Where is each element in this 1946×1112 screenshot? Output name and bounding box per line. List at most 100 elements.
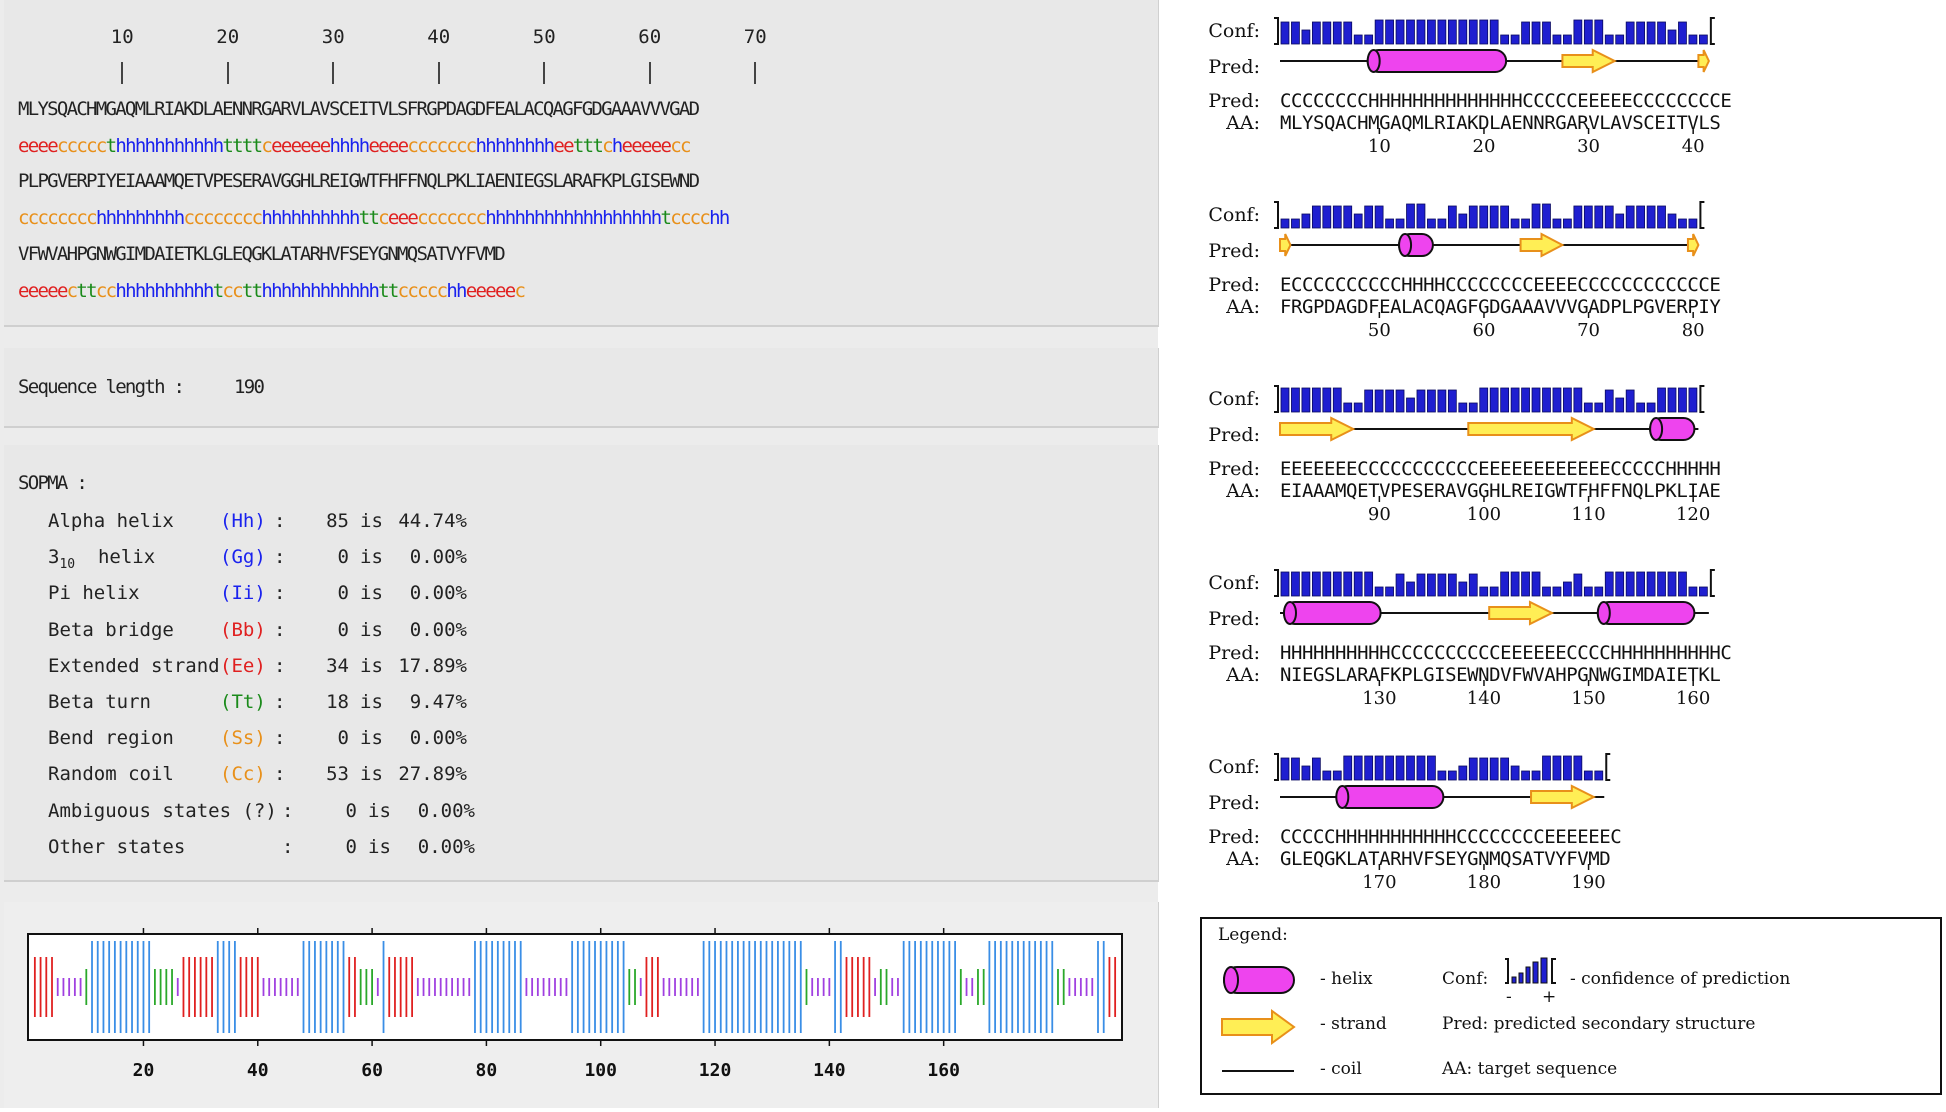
conf-bar — [1500, 571, 1510, 597]
conf-bar — [1322, 205, 1332, 229]
profile-axis-label: 80 — [476, 1060, 498, 1081]
helix-cylinder — [1283, 601, 1382, 625]
position-label: 10 — [1368, 136, 1391, 157]
profile-axis-label: 20 — [133, 1060, 155, 1081]
stat-name: Other states — [48, 835, 186, 858]
stat-is: is — [360, 618, 383, 641]
conf-bar — [1291, 757, 1300, 781]
conf-bar — [1458, 402, 1468, 413]
conf-bar — [1311, 387, 1321, 413]
stat-name: Alpha helix — [48, 510, 174, 532]
ss-profile-plot: 20 40 60 80 100 120 140 160 — [27, 928, 1123, 1081]
conf-bar — [1280, 218, 1290, 229]
position-label: 50 — [1368, 320, 1391, 341]
pred-sequence: EEEEEEECCCCCCCCCCCEEEEEEEEEEEECCCCCHHHHH — [1280, 458, 1721, 480]
ss-prediction-line: eeeeecttcchhhhhhhhhhtcctthhhhhhhhhhhhttc… — [18, 280, 526, 302]
stat-code: (Tt) — [220, 691, 266, 713]
profile-axis-label: 120 — [699, 1060, 732, 1081]
conf-bar — [1427, 218, 1436, 229]
strand-arrow — [1279, 233, 1292, 257]
position-label: 170 — [1362, 872, 1396, 893]
conf-bar — [1552, 34, 1562, 45]
conf-bar — [1563, 581, 1572, 597]
ruler-label: 40 — [427, 26, 451, 48]
sopma-title: SOPMA : — [18, 472, 88, 494]
pred-sequence: HHHHHHHHHHCCCCCCCCCCEEEEEECCCCHHHHHHHHHH… — [1280, 642, 1732, 664]
profile-box: 20 40 60 80 100 120 140 160 — [4, 902, 1159, 1108]
stat-percent: 44.74% — [398, 510, 467, 532]
conf-bar — [1395, 573, 1405, 597]
conf-bar — [1657, 205, 1666, 229]
conf-bar — [1468, 402, 1478, 413]
sopma-panel: 10 20 30 40 50 60 70 MLYSQACHMGAQMLRIAKDLAENNR… — [0, 0, 1159, 1108]
stat-is: is — [360, 582, 383, 605]
ruler-tick — [437, 62, 440, 84]
profile-axis-label: 60 — [361, 1060, 383, 1081]
helix-cylinder — [1335, 785, 1445, 809]
conf-bar — [1374, 755, 1384, 781]
conf-bar — [1646, 571, 1656, 597]
stat-name: Extended strand — [48, 654, 220, 677]
legend-helix-icon — [1223, 966, 1295, 994]
stat-code: (Ii) — [220, 582, 266, 605]
helix-cylinder — [1398, 233, 1434, 257]
position-label: 150 — [1571, 688, 1605, 709]
ruler-tick — [226, 62, 229, 84]
sequence-length-box: Sequence length : 190 — [4, 348, 1159, 428]
sequence-line: VFWVAHPGNWGIMDAIETKLGLEQGKLATARHVFSEYGNM… — [18, 243, 506, 265]
stat-colon: : — [282, 835, 294, 858]
conf-bar — [1531, 770, 1541, 781]
conf-bar — [1594, 586, 1604, 597]
conf-bar — [1521, 571, 1530, 597]
conf-bar — [1374, 205, 1384, 229]
conf-bar — [1678, 571, 1687, 597]
conf-bar — [1437, 19, 1447, 45]
stat-code: (Hh) — [220, 510, 266, 532]
conf-bar — [1646, 205, 1656, 229]
stat-code: (Ee) — [220, 654, 266, 677]
legend-conf-minus: - — [1506, 987, 1512, 1007]
conf-bar — [1521, 770, 1530, 781]
conf-bar — [1510, 571, 1520, 597]
conf-bar — [1594, 402, 1604, 413]
ruler-label: 70 — [743, 26, 767, 48]
conf-bar — [1374, 389, 1384, 413]
stat-name: Random coil — [48, 763, 174, 786]
stat-colon: : — [274, 654, 286, 677]
stat-is: is — [360, 510, 383, 532]
conf-bar — [1332, 387, 1342, 413]
conf-bar — [1427, 19, 1436, 45]
conf-bar — [1311, 757, 1321, 781]
conf-bar — [1406, 397, 1415, 413]
conf-bar — [1301, 765, 1311, 781]
stat-colon: : — [274, 582, 286, 605]
strand-arrow — [1279, 416, 1356, 442]
legend-glyphs — [1221, 966, 1296, 1072]
conf-bar — [1437, 218, 1447, 229]
sequence-ruler: 10 20 30 40 50 60 70 — [4, 20, 1158, 90]
stat-count: 53 — [326, 763, 349, 786]
conf-bar — [1343, 205, 1353, 229]
stat-colon: : — [274, 763, 286, 786]
conf-bar — [1531, 387, 1541, 413]
conf-bracket — [1709, 569, 1715, 597]
conf-bar — [1583, 205, 1593, 229]
conf-bar — [1531, 203, 1541, 229]
stat-count: 0 — [337, 546, 349, 569]
conf-bar — [1416, 573, 1426, 597]
conf-bar — [1280, 21, 1290, 45]
stat-code: (Gg) — [220, 546, 266, 569]
conf-bar — [1678, 21, 1687, 45]
position-label: 60 — [1473, 320, 1496, 341]
conf-bar — [1291, 21, 1300, 45]
stat-is: is — [360, 654, 383, 677]
conf-bar — [1688, 34, 1698, 45]
legend-conf-icon — [1505, 957, 1556, 984]
conf-bar — [1447, 770, 1457, 781]
position-label: 190 — [1571, 872, 1605, 893]
conf-bar — [1427, 389, 1436, 413]
conf-bar — [1406, 19, 1415, 45]
conf-bar — [1322, 21, 1332, 45]
stat-percent: 0.00% — [417, 799, 475, 822]
conf-bar — [1447, 389, 1457, 413]
